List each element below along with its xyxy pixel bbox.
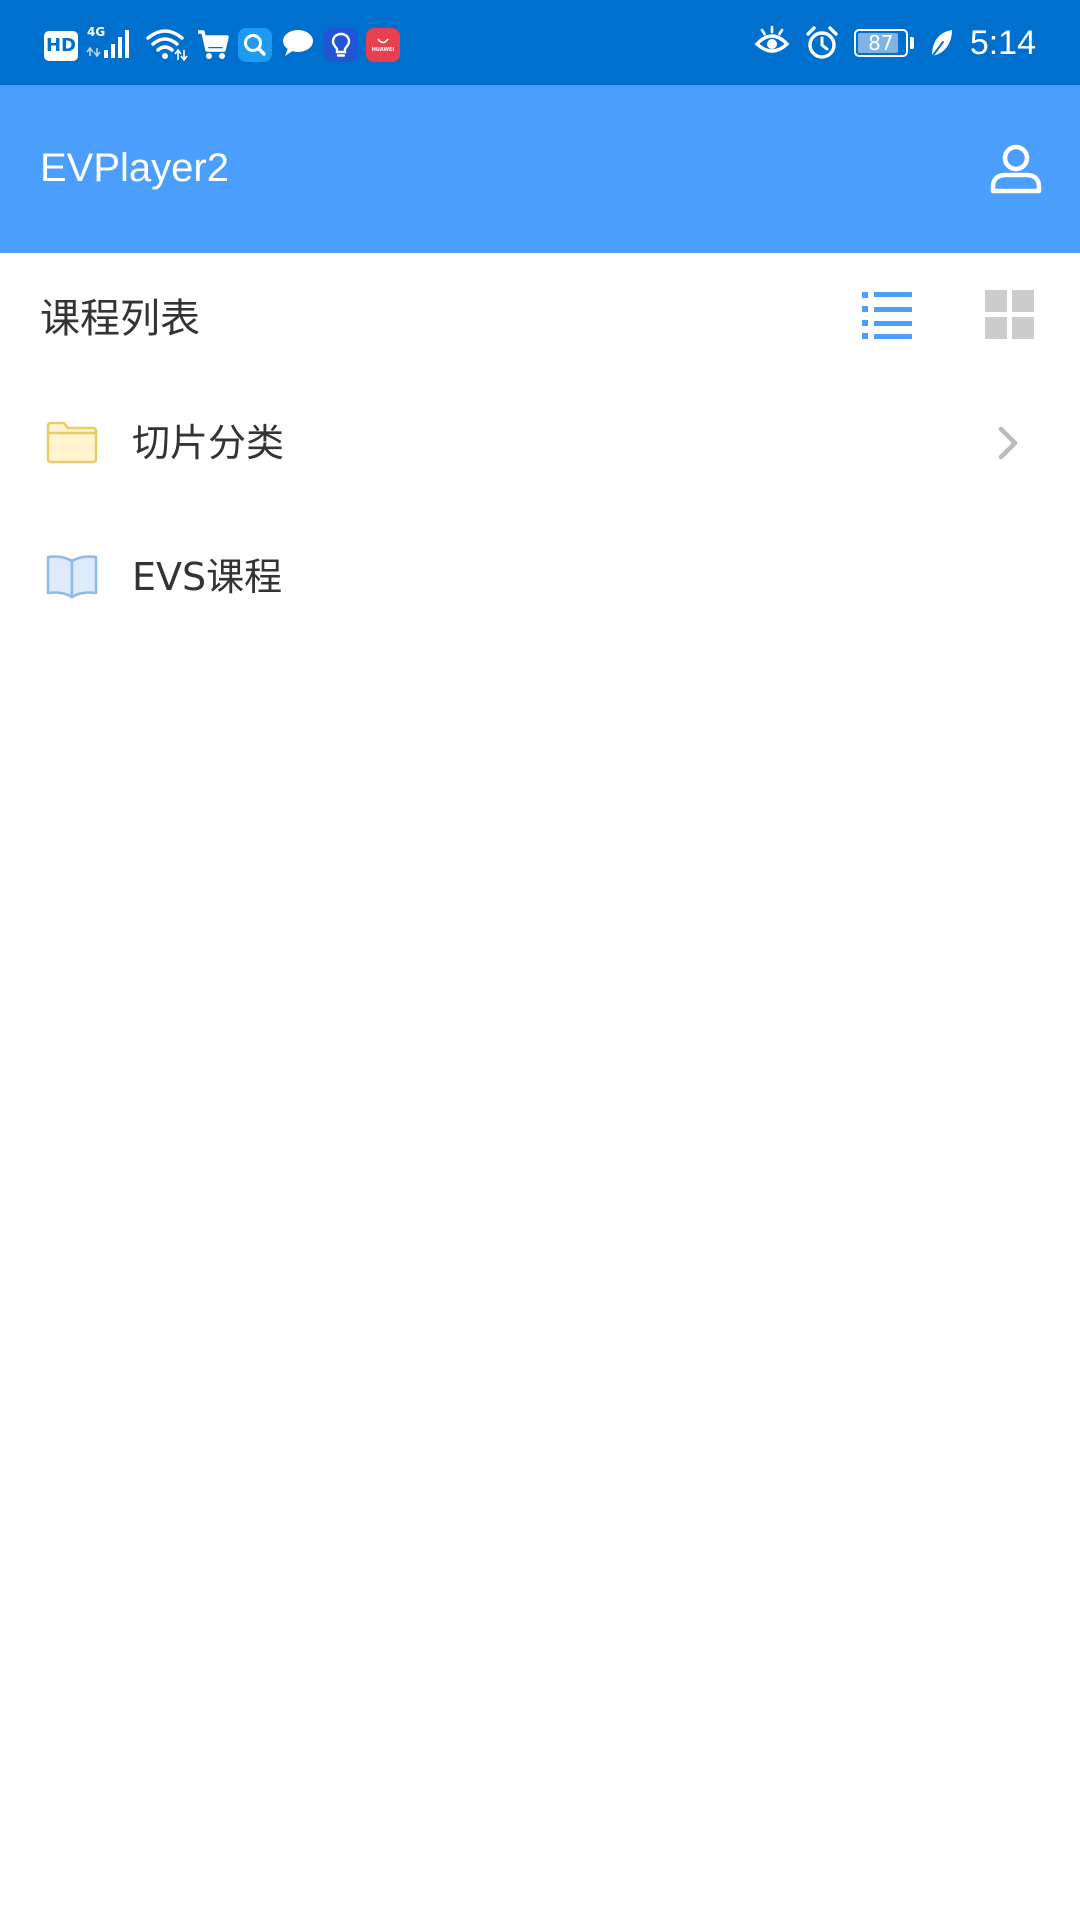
battery-level: 87: [868, 31, 894, 55]
status-time: 5:14: [969, 23, 1036, 62]
list-view-button[interactable]: [858, 285, 918, 345]
battery-icon: 87: [853, 29, 914, 57]
section-title: 课程列表: [40, 296, 200, 342]
item-label: 切片分类: [132, 421, 285, 465]
folder-icon: [44, 414, 100, 470]
grid-view-button[interactable]: [980, 285, 1040, 345]
lightbulb-icon: [324, 28, 358, 62]
app-title: EVPlayer2: [40, 146, 229, 190]
leaf-icon: [928, 22, 954, 64]
item-label: EVS课程: [132, 555, 283, 599]
list-item-slice-category[interactable]: 切片分类: [0, 377, 1080, 511]
list-view-icon: [862, 292, 912, 339]
search-app-icon: [238, 28, 272, 62]
status-bar-left: HD 4G HUAWEI: [44, 22, 400, 64]
wifi-icon: [144, 22, 188, 64]
profile-button[interactable]: [984, 137, 1048, 201]
alarm-icon: [804, 22, 840, 64]
status-bar: HD 4G HUAWEI 87 5:14: [0, 0, 1080, 85]
grid-view-icon: [985, 290, 1034, 339]
user-icon: [990, 144, 1042, 194]
course-list: 切片分类 EVS课程: [0, 377, 1080, 645]
signal-4g-icon: 4G: [86, 22, 136, 64]
app-bar: EVPlayer2: [0, 85, 1080, 253]
list-item-evs-course[interactable]: EVS课程: [0, 511, 1080, 645]
huawei-app-icon: HUAWEI: [366, 28, 400, 62]
battery-body: 87: [853, 29, 908, 57]
status-bar-right: 87 5:14: [754, 18, 1036, 68]
chat-icon: [280, 22, 316, 64]
battery-tip: [909, 37, 914, 49]
huawei-label: HUAWEI: [371, 47, 395, 53]
eye-comfort-icon: [754, 22, 790, 64]
book-icon: [44, 548, 100, 604]
chevron-right-icon: [988, 421, 1028, 465]
network-label: 4G: [87, 25, 105, 39]
section-header: 课程列表: [0, 253, 1080, 377]
hd-icon: HD: [44, 31, 78, 61]
cart-icon: [196, 22, 230, 64]
